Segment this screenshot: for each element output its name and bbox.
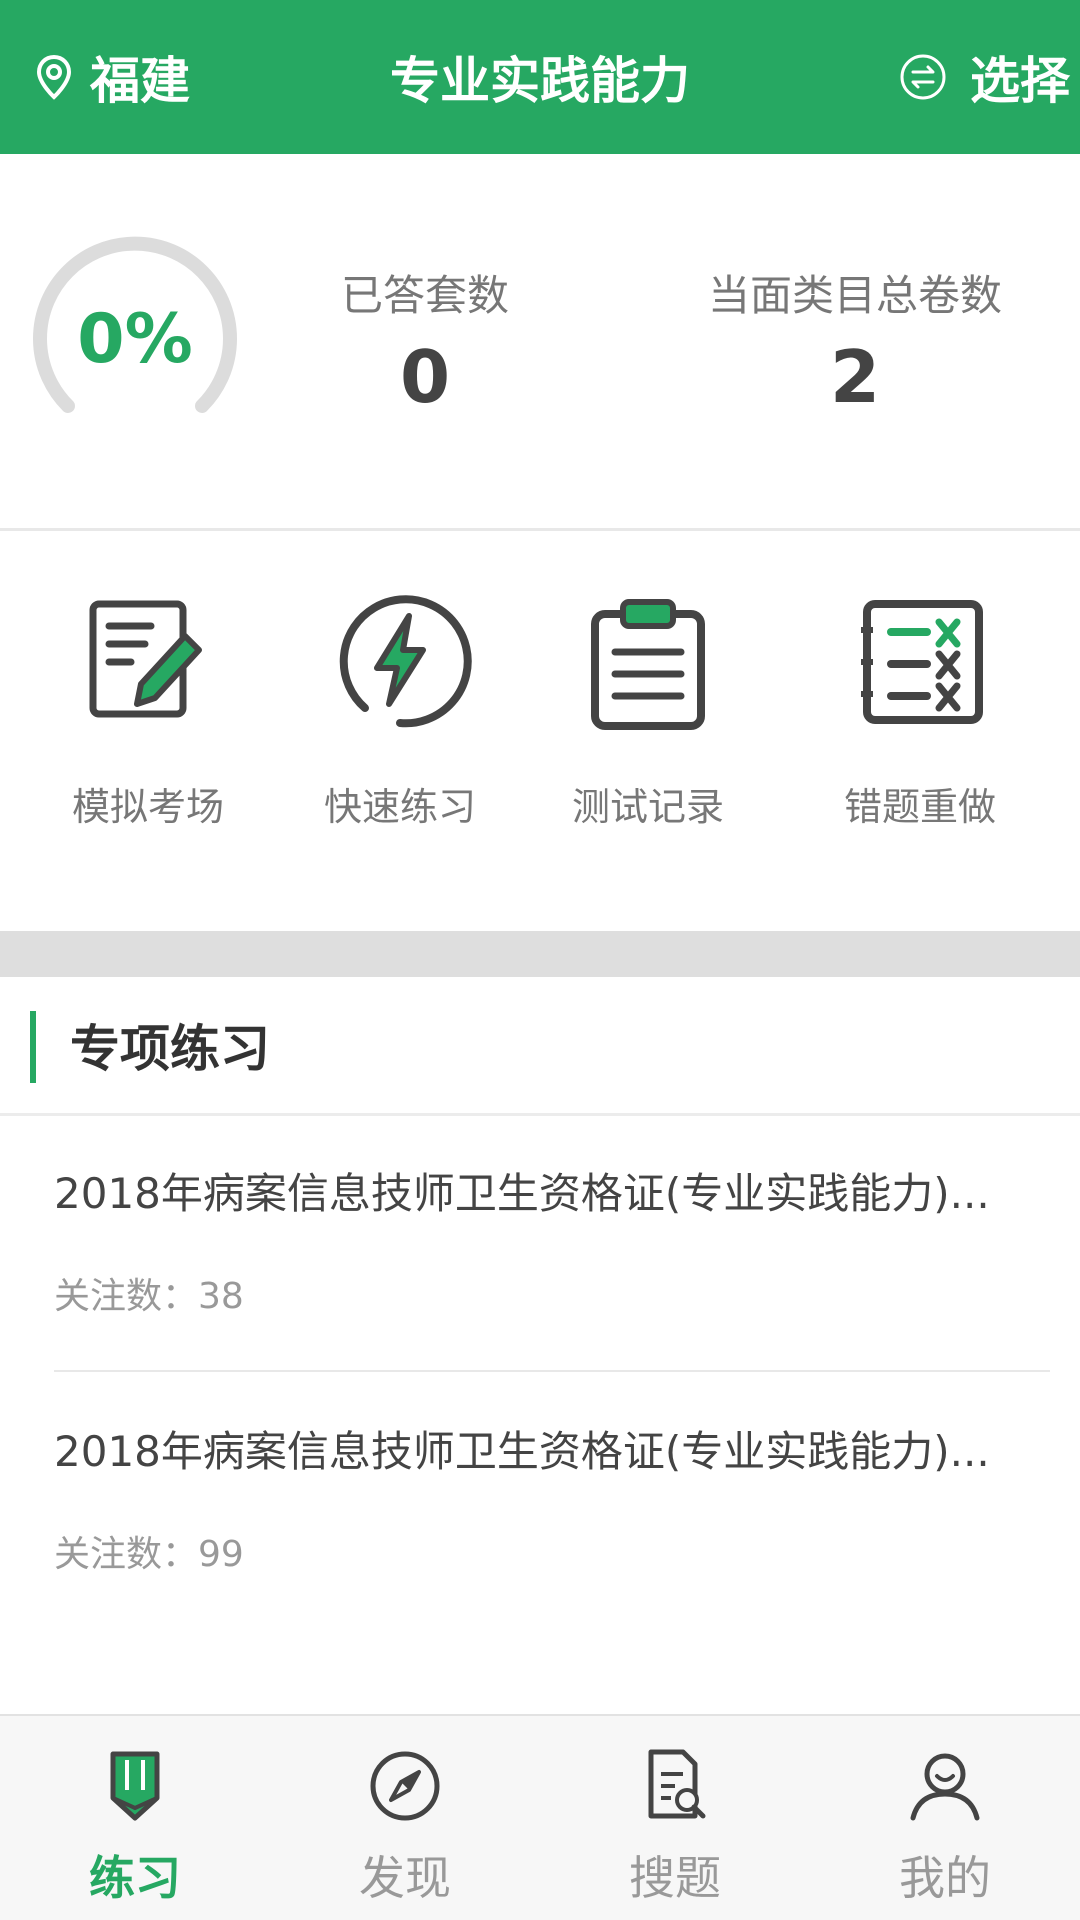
switch-icon	[900, 54, 946, 100]
function-grid: 模拟考场 快速练习 测试记录 错题重做	[0, 531, 1080, 931]
mock-exam-label: 模拟考场	[71, 785, 224, 829]
list-divider	[54, 1370, 1050, 1372]
wrong-list-icon	[861, 600, 983, 724]
tab-practice[interactable]: 练习	[0, 1716, 270, 1920]
answered-label: 已答套数	[340, 271, 509, 320]
section-accent-bar	[30, 1011, 36, 1083]
test-record-button[interactable]: 测试记录	[528, 586, 768, 831]
tab-discover-label: 发现	[359, 1851, 451, 1905]
select-button[interactable]: 选择	[898, 0, 1070, 154]
answered-stat: 已答套数 0	[290, 262, 560, 419]
quick-practice-button[interactable]: 快速练习	[280, 586, 520, 831]
tab-search-label: 搜题	[629, 1851, 721, 1905]
redo-wrong-label: 错题重做	[843, 785, 996, 829]
total-value: 2	[829, 335, 881, 419]
test-record-label: 测试记录	[571, 785, 724, 829]
answered-value: 0	[399, 335, 451, 419]
clipboard-icon	[591, 599, 705, 730]
compass-icon	[370, 1751, 440, 1821]
section-title: 专项练习	[70, 1020, 270, 1078]
total-label: 当面类目总卷数	[707, 271, 1002, 320]
section-header: 专项练习	[0, 977, 1080, 1113]
stats-panel: 0% 已答套数 0 当面类目总卷数 2	[0, 154, 1080, 528]
location-selector[interactable]: 福建	[36, 0, 190, 154]
list-item-title: 2018年病案信息技师卫生资格证(专业实践能力)...	[54, 1427, 990, 1476]
select-label: 选择	[970, 52, 1070, 110]
user-icon	[910, 1753, 980, 1821]
document-search-icon	[648, 1749, 706, 1819]
list-item-followers: 关注数：38	[54, 1276, 244, 1317]
tab-practice-label: 练习	[89, 1851, 181, 1905]
pencil-book-icon	[110, 1751, 160, 1821]
list-item[interactable]: 2018年病案信息技师卫生资格证(专业实践能力)... 关注数：99	[54, 1418, 1050, 1577]
redo-wrong-button[interactable]: 错题重做	[800, 586, 1040, 831]
tab-mine[interactable]: 我的	[810, 1716, 1080, 1920]
list-item-followers: 关注数：99	[54, 1534, 244, 1575]
bottom-tab-bar: 练习 发现 搜题 我的	[0, 1714, 1080, 1920]
lightning-circle-icon	[339, 595, 472, 728]
quick-practice-label: 快速练习	[323, 785, 476, 829]
list-item-title: 2018年病案信息技师卫生资格证(专业实践能力)...	[54, 1169, 990, 1218]
total-stat: 当面类目总卷数 2	[670, 262, 1040, 419]
location-pin-icon	[36, 54, 72, 100]
app-root: 福建 专业实践能力 选择 0% 已答套数 0 当面类目总卷数 2 模拟考场 快速…	[0, 0, 1080, 1920]
exam-paper-pencil-icon	[89, 600, 202, 718]
list-item[interactable]: 2018年病案信息技师卫生资格证(专业实践能力)... 关注数：38	[54, 1160, 1050, 1319]
section-separator	[0, 931, 1080, 977]
mock-exam-button[interactable]: 模拟考场	[28, 586, 268, 831]
location-label: 福建	[90, 52, 190, 110]
progress-percent: 0%	[77, 299, 193, 379]
tab-mine-label: 我的	[899, 1851, 991, 1905]
tab-discover[interactable]: 发现	[270, 1716, 540, 1920]
tab-search[interactable]: 搜题	[540, 1716, 810, 1920]
divider	[0, 1113, 1080, 1116]
top-bar: 福建 专业实践能力 选择	[0, 0, 1080, 154]
